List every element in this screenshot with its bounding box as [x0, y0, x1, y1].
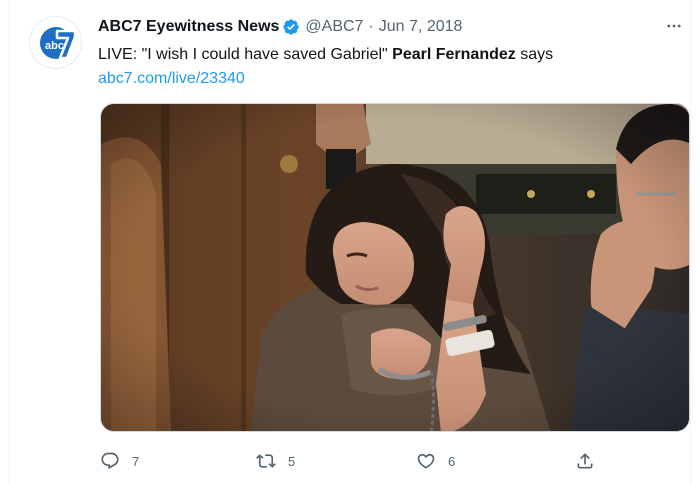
header-separator: ·: [368, 18, 374, 35]
tweet-link[interactable]: abc7.com/live/23340: [98, 70, 245, 87]
courtroom-photo: [101, 104, 689, 431]
tweet-text-suffix: says: [515, 46, 554, 63]
svg-text:abc: abc: [45, 40, 64, 52]
reply-icon: [101, 452, 119, 470]
like-count: 6: [448, 453, 456, 469]
share-button[interactable]: [575, 447, 595, 475]
author-handle[interactable]: @ABC7: [305, 18, 363, 36]
like-button[interactable]: 6: [416, 447, 455, 475]
heart-icon: [417, 453, 435, 469]
more-icon[interactable]: [662, 14, 686, 38]
tweet-media-image[interactable]: [100, 103, 690, 432]
tweet-text-bold: Pearl Fernandez: [392, 46, 516, 63]
verified-badge-icon: [282, 18, 300, 36]
timeline-divider-left: [9, 0, 10, 485]
share-icon: [577, 453, 593, 469]
reply-count: 7: [132, 453, 140, 469]
tweet-text-prefix: LIVE: "I wish I could have saved Gabriel…: [98, 46, 393, 63]
author-avatar[interactable]: abc: [29, 16, 82, 69]
tweet-date[interactable]: Jun 7, 2018: [379, 18, 463, 36]
timeline-divider-right: [690, 0, 691, 485]
tweet-text: LIVE: "I wish I could have saved Gabriel…: [98, 43, 678, 91]
retweet-count: 5: [288, 453, 296, 469]
tweet-actions: 7 5 6: [98, 447, 618, 475]
author-display-name[interactable]: ABC7 Eyewitness News: [98, 18, 279, 36]
retweet-icon: [256, 454, 276, 468]
tweet-header: ABC7 Eyewitness News @ABC7 · Jun 7, 2018: [98, 16, 462, 38]
abc7-logo: abc: [39, 26, 76, 59]
reply-button[interactable]: 7: [100, 447, 139, 475]
retweet-button[interactable]: 5: [256, 447, 295, 475]
